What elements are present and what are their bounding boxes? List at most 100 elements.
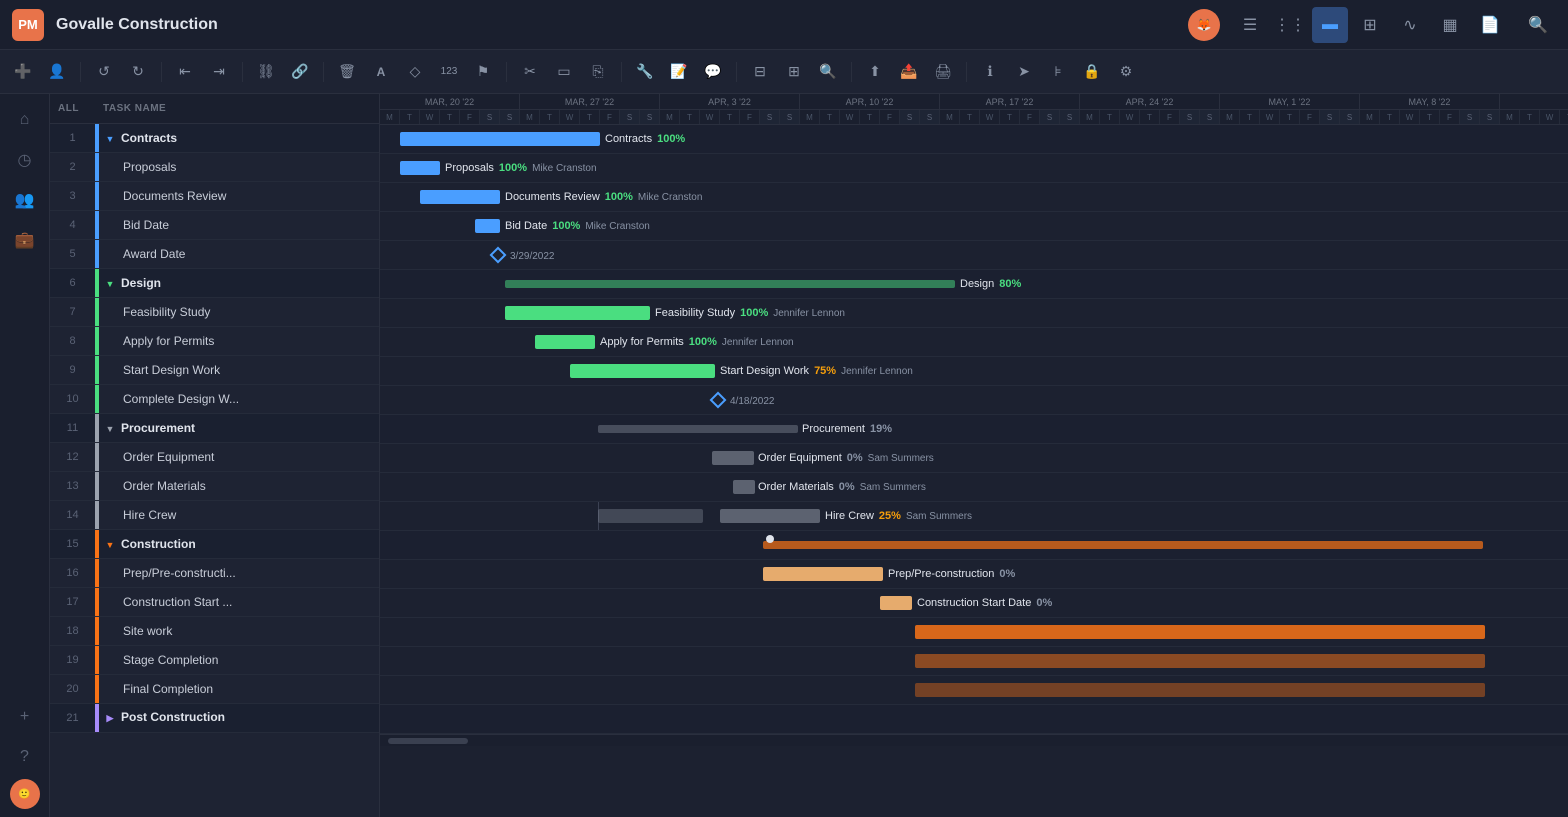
task-row-2[interactable]: 2 Proposals: [50, 153, 379, 182]
collapse-icon-1[interactable]: ▼: [103, 132, 117, 146]
comment-button[interactable]: 💬: [698, 58, 728, 86]
bar-feasibility[interactable]: [505, 306, 650, 320]
task-row-11[interactable]: 11 ▼Procurement: [50, 414, 379, 443]
rect-button[interactable]: ▭: [549, 58, 579, 86]
indent-less-button[interactable]: ⇤: [170, 58, 200, 86]
filter-button[interactable]: ⊧: [1043, 58, 1073, 86]
bottom-scroll-bar[interactable]: [380, 734, 1568, 746]
task-row-5[interactable]: 5 Award Date: [50, 240, 379, 269]
gantt-area[interactable]: MAR, 20 '22 MAR, 27 '22 APR, 3 '22 APR, …: [380, 94, 1568, 817]
settings-button[interactable]: ⚙: [1111, 58, 1141, 86]
task-row-8[interactable]: 8 Apply for Permits: [50, 327, 379, 356]
task-row-14[interactable]: 14 Hire Crew: [50, 501, 379, 530]
doc-view-icon[interactable]: 📄: [1472, 7, 1508, 43]
task-row-3[interactable]: 3 Documents Review: [50, 182, 379, 211]
color-bar-21: [95, 704, 99, 732]
collapse-icon-6[interactable]: ▼: [103, 277, 117, 291]
bar-design-group[interactable]: [505, 280, 955, 288]
task-row-18[interactable]: 18 Site work: [50, 617, 379, 646]
task-row-12[interactable]: 12 Order Equipment: [50, 443, 379, 472]
bar-bid-date[interactable]: [475, 219, 500, 233]
briefcase-sidebar-icon[interactable]: 💼: [7, 222, 43, 258]
info-button[interactable]: ℹ: [975, 58, 1005, 86]
bar-prep[interactable]: [763, 567, 883, 581]
people-sidebar-icon[interactable]: 👥: [7, 182, 43, 218]
bar-permits[interactable]: [535, 335, 595, 349]
task-row-13[interactable]: 13 Order Materials: [50, 472, 379, 501]
bar-final-completion[interactable]: [915, 683, 1485, 697]
zoom-button[interactable]: 🔍: [813, 58, 843, 86]
lock-button[interactable]: 🔒: [1077, 58, 1107, 86]
task-row-15[interactable]: 15 ▼Construction: [50, 530, 379, 559]
task-row-1[interactable]: 1 ▼Contracts: [50, 124, 379, 153]
note-button[interactable]: 📝: [664, 58, 694, 86]
add-sidebar-icon[interactable]: +: [7, 699, 43, 735]
task-row-17[interactable]: 17 Construction Start ...: [50, 588, 379, 617]
calendar-view-icon[interactable]: ▦: [1432, 7, 1468, 43]
print-button[interactable]: 🖨: [928, 58, 958, 86]
scissors-button[interactable]: ✂: [515, 58, 545, 86]
unlink-button[interactable]: 🔗: [285, 58, 315, 86]
column-view-icon[interactable]: ⋮⋮: [1272, 7, 1308, 43]
task-row-6[interactable]: 6 ▼Design: [50, 269, 379, 298]
wrench-button[interactable]: 🔧: [630, 58, 660, 86]
chart-view-icon[interactable]: ∿: [1392, 7, 1428, 43]
text-button[interactable]: A: [366, 58, 396, 86]
scroll-thumb[interactable]: [388, 738, 468, 744]
export-button[interactable]: ⬆: [860, 58, 890, 86]
share-button[interactable]: ➤: [1009, 58, 1039, 86]
indent-more-button[interactable]: ⇥: [204, 58, 234, 86]
bar-construction-start[interactable]: [880, 596, 912, 610]
bar-order-materials[interactable]: [733, 480, 755, 494]
bar-contracts[interactable]: [400, 132, 600, 146]
number-button[interactable]: 123: [434, 58, 464, 86]
user-avatar-sidebar[interactable]: 🙂: [10, 779, 40, 809]
split-button[interactable]: ⊟: [745, 58, 775, 86]
shape-button[interactable]: ◇: [400, 58, 430, 86]
task-row-21[interactable]: 21 ▶Post Construction: [50, 704, 379, 733]
task-row-19[interactable]: 19 Stage Completion: [50, 646, 379, 675]
bar-design-work[interactable]: [570, 364, 715, 378]
collapse-icon-21[interactable]: ▶: [103, 712, 117, 726]
bar-procurement-group[interactable]: [598, 425, 798, 433]
search-icon[interactable]: 🔍: [1520, 7, 1556, 43]
help-sidebar-icon[interactable]: ?: [7, 739, 43, 775]
task-row-4[interactable]: 4 Bid Date: [50, 211, 379, 240]
bar-proposals[interactable]: [400, 161, 440, 175]
grid-button[interactable]: ⊞: [779, 58, 809, 86]
undo-button[interactable]: ↺: [89, 58, 119, 86]
home-sidebar-icon[interactable]: ⌂: [7, 102, 43, 138]
task-row-16[interactable]: 16 Prep/Pre-constructi...: [50, 559, 379, 588]
color-bar-20: [95, 675, 99, 703]
add-person-button[interactable]: 👤: [42, 58, 72, 86]
recent-sidebar-icon[interactable]: ◷: [7, 142, 43, 178]
bar-hire-crew-2[interactable]: [720, 509, 820, 523]
redo-button[interactable]: ↻: [123, 58, 153, 86]
collapse-icon-15[interactable]: ▼: [103, 538, 117, 552]
gantt-row-14: Hire Crew 25% Sam Summers: [380, 502, 1568, 531]
task-row-7[interactable]: 7 Feasibility Study: [50, 298, 379, 327]
gantt-view-icon[interactable]: ▬: [1312, 7, 1348, 43]
add-task-button[interactable]: ➕: [8, 58, 38, 86]
app-logo[interactable]: PM: [12, 9, 44, 41]
bar-order-equipment[interactable]: [712, 451, 754, 465]
bar-stage-completion[interactable]: [915, 654, 1485, 668]
bar-construction-group[interactable]: [763, 541, 1483, 549]
task-row-20[interactable]: 20 Final Completion: [50, 675, 379, 704]
task-row-10[interactable]: 10 Complete Design W...: [50, 385, 379, 414]
bar-feasibility-label: Feasibility Study 100% Jennifer Lennon: [655, 307, 845, 319]
bar-docs-review[interactable]: [420, 190, 500, 204]
task-row-9[interactable]: 9 Start Design Work: [50, 356, 379, 385]
bar-site-work[interactable]: [915, 625, 1485, 639]
collapse-icon-11[interactable]: ▼: [103, 422, 117, 436]
upload-button[interactable]: 📤: [894, 58, 924, 86]
delete-button[interactable]: 🗑: [332, 58, 362, 86]
bar-hire-crew-1[interactable]: [598, 509, 703, 523]
table-view-icon[interactable]: ⊞: [1352, 7, 1388, 43]
flag-button[interactable]: ⚑: [468, 58, 498, 86]
user-avatar-top[interactable]: 🦊: [1188, 9, 1220, 41]
list-view-icon[interactable]: ☰: [1232, 7, 1268, 43]
day-s6: S: [780, 110, 800, 124]
link-button[interactable]: ⛓: [251, 58, 281, 86]
copy-button[interactable]: ⎘: [583, 58, 613, 86]
